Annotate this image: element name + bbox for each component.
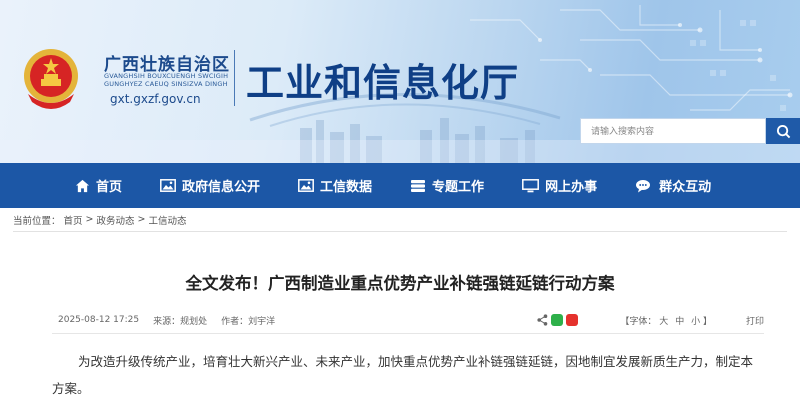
breadcrumb-item[interactable]: 工信动态 [148, 213, 186, 227]
title-divider [234, 50, 235, 106]
font-size-small-button[interactable]: 小 [691, 317, 700, 327]
nav-item-special[interactable]: 专题工作 [410, 176, 484, 195]
font-size-large-button[interactable]: 大 [659, 317, 668, 327]
region-latin-name: GVANGHSIH BOUXCUENGH SWCIGIH GUNGHYEZ CA… [104, 72, 228, 88]
nav-item-home[interactable]: 首页 [75, 176, 122, 195]
font-size-control: 【字体： 大 中 小 】 [620, 314, 712, 327]
breadcrumb-prefix: 当前位置： [13, 215, 61, 227]
share-group [537, 314, 579, 326]
stack-icon [411, 179, 426, 192]
national-emblem-icon [24, 49, 78, 109]
print-button[interactable]: 打印 [746, 314, 764, 327]
monitor-icon [522, 178, 540, 192]
article-source-label: 来源： [153, 316, 181, 327]
breadcrumb-separator: > [137, 214, 146, 225]
nav-item-label: 群众互动 [659, 180, 712, 195]
breadcrumb-item[interactable]: 政务动态 [97, 213, 135, 227]
article-title: 全文发布！广西制造业重点优势产业补链强链延链行动方案 [185, 274, 615, 293]
nav-item-gov-info[interactable]: 政府信息公开 [160, 176, 260, 195]
main-nav: 首页 政府信息公开 工信数据 专题工作 网上办事 群众互动 [0, 163, 800, 208]
article-author-label: 作者： [221, 316, 249, 327]
search-box [580, 118, 766, 144]
nav-item-online-service[interactable]: 网上办事 [522, 176, 597, 195]
article-author: 刘宇洋 [248, 316, 276, 327]
home-icon [75, 179, 90, 192]
nav-item-data[interactable]: 工信数据 [298, 176, 372, 195]
nav-item-label: 网上办事 [545, 180, 598, 195]
article-meta: 2025-08-12 17:25 来源： 规划处 作者： 刘宇洋 【字体： 大 … [52, 310, 764, 330]
article-source: 规划处 [180, 316, 208, 327]
font-size-end: 】 [702, 316, 712, 327]
chat-icon [636, 179, 651, 192]
nav-item-label: 首页 [96, 180, 123, 195]
meta-divider [52, 333, 764, 334]
search-button[interactable] [766, 118, 800, 144]
wechat-icon[interactable] [551, 314, 564, 326]
breadcrumb-separator: > [85, 214, 94, 225]
department-title: 工业和信息化厅 [246, 60, 520, 105]
font-size-medium-button[interactable]: 中 [675, 317, 684, 327]
nav-item-label: 政府信息公开 [182, 180, 261, 195]
nav-item-label: 专题工作 [432, 180, 485, 195]
search-input[interactable] [581, 120, 765, 144]
site-header: 广西壮族自治区 GVANGHSIH BOUXCUENGH SWCIGIH GUN… [0, 0, 800, 163]
share-icon[interactable] [537, 314, 548, 326]
image-icon [298, 179, 314, 192]
font-size-label: 【字体： [620, 316, 657, 327]
article-paragraph: 为改造升级传统产业，培育壮大新兴产业、未来产业，加快重点优势产业补链强链延链，因… [52, 354, 754, 396]
article-date: 2025-08-12 17:25 [58, 315, 140, 325]
region-latin-line: GUNGHYEZ CAEUQ SINSIZVA DINGH [104, 80, 228, 88]
search-icon [776, 124, 790, 138]
nav-item-interaction[interactable]: 群众互动 [635, 176, 711, 195]
nav-item-label: 工信数据 [320, 180, 373, 195]
weibo-icon[interactable] [566, 314, 579, 326]
image-icon [160, 179, 176, 192]
region-latin-line: GVANGHSIH BOUXCUENGH SWCIGIH [104, 72, 229, 80]
breadcrumb: 当前位置： 首页 > 政务动态 > 工信动态 [13, 208, 787, 232]
site-domain: gxt.gxzf.gov.cn [110, 92, 201, 106]
breadcrumb-item[interactable]: 首页 [64, 213, 83, 227]
